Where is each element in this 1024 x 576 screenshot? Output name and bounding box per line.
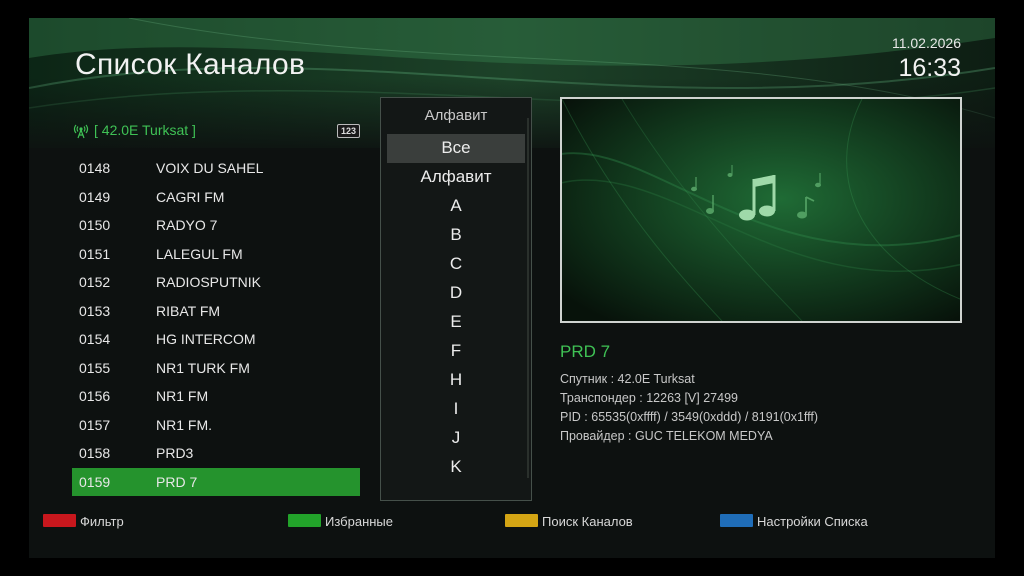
sort-menu-scrollbar[interactable] [527, 118, 529, 478]
channel-row[interactable]: 0152 RADIOSPUTNIK [72, 268, 360, 297]
red-key-label: Фильтр [80, 514, 124, 529]
satellite-dish-icon [73, 124, 89, 139]
sort-menu-title: Алфавит [424, 107, 488, 124]
channel-row[interactable]: 0149 CAGRI FM [72, 183, 360, 212]
channel-info-details: Спутник : 42.0E Turksat Транспондер : 12… [560, 370, 818, 446]
channel-number: 0154 [79, 331, 111, 347]
channel-number: 0155 [79, 359, 111, 376]
channel-row[interactable]: 0151 LALEGUL FM [72, 240, 360, 269]
channel-row[interactable]: 0154 HG INTERCOM [72, 325, 360, 354]
channel-number: 0159 [79, 473, 111, 490]
blue-key-label: Настройки Списка [757, 514, 868, 529]
sort-option[interactable]: H [381, 366, 531, 395]
clock-display: 16:33 [898, 54, 961, 82]
channel-number: 0152 [79, 274, 111, 290]
channel-name: RADIOSPUTNIK [156, 274, 262, 290]
channel-number: 0156 [79, 388, 111, 404]
sort-option[interactable]: D [381, 279, 531, 308]
sort-option[interactable]: J [381, 424, 531, 453]
transponder-info: Транспондер : 12263 [V] 27499 [560, 391, 738, 405]
numeric-sort-badge: 123 [336, 124, 360, 138]
channel-number: 0157 [79, 416, 111, 433]
blue-key-swatch [720, 514, 753, 527]
channel-row[interactable]: 0158 PRD3 [72, 439, 360, 468]
channel-name: VOIX DU SAHEL [156, 160, 264, 176]
channel-number: 0158 [79, 445, 111, 461]
red-key-swatch [43, 514, 76, 527]
green-key-label: Избранные [325, 514, 393, 529]
preview-window [560, 97, 962, 323]
green-key-swatch [288, 514, 321, 527]
satellite-header: [ 42.0E Turksat ] 123 [73, 122, 360, 140]
channel-name: PRD 7 [156, 473, 198, 490]
radio-preview-art [562, 99, 960, 321]
sort-option[interactable]: K [381, 453, 531, 482]
yellow-key-label: Поиск Каналов [542, 514, 633, 529]
sort-option-selected[interactable]: Все [387, 134, 525, 163]
channel-info-name: PRD 7 [560, 342, 611, 361]
satellite-info: Спутник : 42.0E Turksat [560, 372, 695, 386]
channel-row[interactable]: 0157 NR1 FM. [72, 411, 360, 440]
date-display: 11.02.2026 [891, 35, 961, 51]
channel-name: RADYO 7 [156, 217, 218, 233]
channel-name: RIBAT FM [156, 302, 221, 319]
channel-name: HG INTERCOM [156, 331, 256, 347]
pid-info: PID : 65535(0xffff) / 3549(0xddd) / 8191… [560, 410, 819, 424]
sort-option[interactable]: I [381, 395, 531, 424]
provider-info: Провайдер : GUC TELEKOM MEDYA [560, 429, 773, 443]
channel-row[interactable]: 0156 NR1 FM [72, 382, 360, 411]
screen: Список Каналов 11.02.2026 16:33 [ 42.0E … [29, 18, 995, 558]
sort-options: Все Алфавит A B C D E F H I J K [381, 134, 531, 482]
channel-row[interactable]: 0153 RIBAT FM [72, 297, 360, 326]
sort-menu: Алфавит Все Алфавит A B C D E F H I J K [380, 97, 532, 501]
sort-option[interactable]: E [381, 308, 531, 337]
sort-option[interactable]: C [381, 250, 531, 279]
channel-name: NR1 TURK FM [156, 359, 250, 376]
channel-name: LALEGUL FM [156, 245, 243, 262]
channel-number: 0148 [79, 160, 111, 176]
sort-option[interactable]: B [381, 221, 531, 250]
sort-option[interactable]: A [381, 192, 531, 221]
channel-list: 0148 VOIX DU SAHEL 0149 CAGRI FM 0150 RADYO… [72, 154, 360, 496]
sort-option[interactable]: F [381, 337, 531, 366]
channel-number: 0153 [79, 302, 111, 319]
channel-number: 0149 [79, 188, 111, 205]
channel-row[interactable]: 0150 RADYO 7 [72, 211, 360, 240]
channel-name: CAGRI FM [156, 188, 225, 205]
channel-name: PRD3 [156, 445, 194, 461]
channel-row[interactable]: 0155 NR1 TURK FM [72, 354, 360, 383]
color-key-bar: Фильтр Избранные Поиск Каналов Настройки… [29, 514, 995, 534]
satellite-label: [ 42.0E Turksat ] [94, 122, 196, 138]
channel-name: NR1 FM. [156, 416, 212, 433]
channel-number: 0150 [79, 217, 111, 233]
yellow-key-swatch [505, 514, 538, 527]
channel-name: NR1 FM [156, 388, 209, 404]
sort-option[interactable]: Алфавит [381, 163, 531, 192]
channel-row-selected[interactable]: 0159 PRD 7 [72, 467, 360, 496]
channel-number: 0151 [79, 245, 111, 262]
channel-row[interactable]: 0148 VOIX DU SAHEL [72, 154, 360, 183]
page-title: Список Каналов [75, 48, 306, 81]
